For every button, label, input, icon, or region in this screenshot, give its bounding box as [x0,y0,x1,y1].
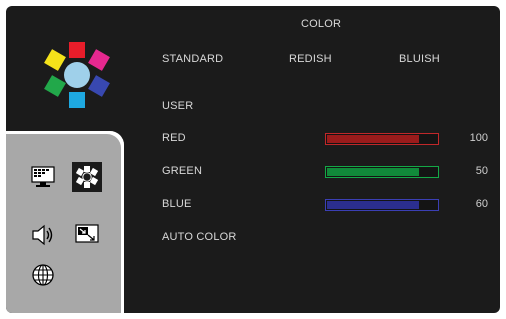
audio-icon[interactable] [28,220,58,250]
color-icon[interactable] [72,162,102,192]
menu-title: COLOR [301,18,342,30]
red-slider[interactable] [325,133,439,145]
blue-slider[interactable] [325,199,439,211]
language-icon[interactable] [28,260,58,290]
green-label: GREEN [162,165,203,177]
red-value: 100 [469,132,488,144]
green-value: 50 [475,165,488,177]
color-wheel-icon [43,42,111,110]
red-label: RED [162,132,186,144]
blue-slider-fill [327,201,419,209]
osd-menu: COLOR STANDARD REDISH BLUISH USER RED 10… [6,6,500,313]
green-slider-fill [327,168,419,176]
preset-redish[interactable]: REDISH [289,53,332,65]
blue-label: BLUE [162,198,192,210]
green-slider[interactable] [325,166,439,178]
preset-standard[interactable]: STANDARD [162,53,223,65]
image-setup-icon[interactable] [72,220,102,250]
auto-color-label[interactable]: AUTO COLOR [162,231,237,243]
preset-bluish[interactable]: BLUISH [399,53,440,65]
blue-value: 60 [475,198,488,210]
user-label[interactable]: USER [162,100,193,112]
picture-icon[interactable] [28,162,58,192]
red-slider-fill [327,135,419,143]
sidebar [6,131,124,313]
